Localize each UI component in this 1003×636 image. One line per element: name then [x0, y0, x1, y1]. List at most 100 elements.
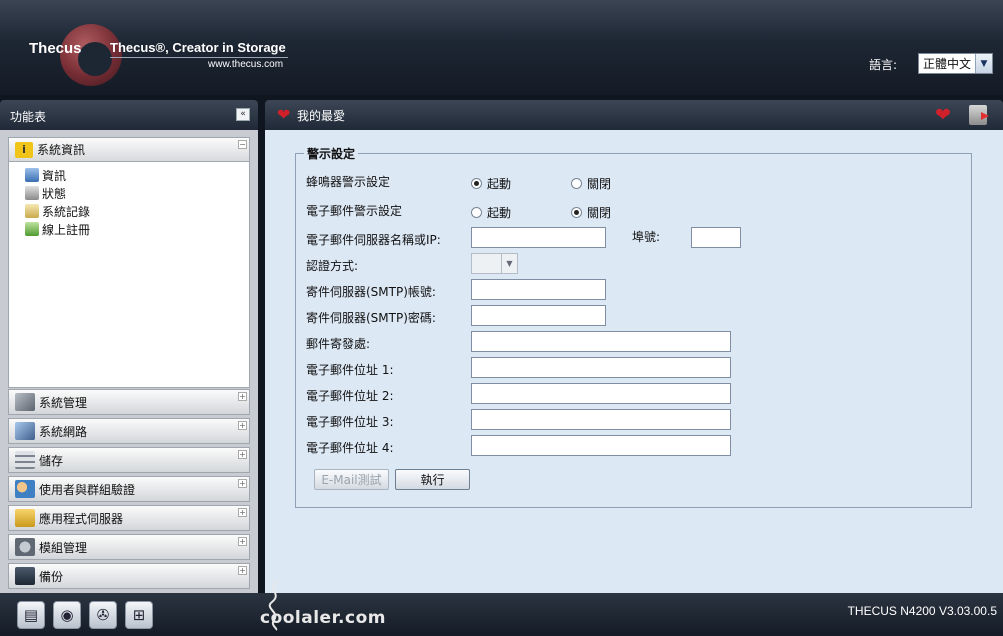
address1-input[interactable]	[471, 357, 731, 378]
network-icon	[15, 422, 35, 440]
thecus-logo: Thecus Thecus®, Creator in Storage www.t…	[20, 20, 300, 86]
address2-input[interactable]	[471, 383, 731, 404]
app-server-icon	[15, 509, 35, 527]
chevron-down-icon[interactable]: ▼	[975, 54, 992, 73]
radio-label: 起動	[487, 177, 512, 191]
server-label: 電子郵件伺服器名稱或IP:	[306, 233, 441, 247]
backup-icon	[15, 567, 35, 585]
expand-group-icon[interactable]: +	[238, 566, 247, 575]
register-icon	[25, 222, 39, 236]
language-value: 正體中文	[923, 57, 972, 71]
sidebar-item-label: 線上註冊	[42, 222, 91, 237]
email-alert-label: 電子郵件警示設定	[306, 204, 403, 218]
tools-icon	[15, 393, 35, 411]
remove-favorite-icon[interactable]: ❤	[935, 106, 955, 125]
sidebar-group-users[interactable]: 使用者與群組驗證 +	[8, 476, 250, 502]
expand-group-icon[interactable]: +	[238, 508, 247, 517]
sidebar-item-label: 系統記錄	[42, 204, 91, 219]
email-test-button[interactable]: E-Mail測試	[314, 469, 389, 490]
sidebar-group-system-management[interactable]: 系統管理 +	[8, 389, 250, 415]
address4-label: 電子郵件位址 4:	[306, 441, 394, 455]
address1-label: 電子郵件位址 1:	[306, 363, 394, 377]
sender-input[interactable]	[471, 331, 731, 352]
sidebar-group-modules[interactable]: 模組管理 +	[8, 534, 250, 560]
language-label: 語言:	[869, 58, 898, 72]
sidebar-item-log[interactable]: 系統記錄	[9, 202, 249, 220]
sidebar-group-backup[interactable]: 備份 +	[8, 563, 250, 589]
sidebar-group-app-server[interactable]: 應用程式伺服器 +	[8, 505, 250, 531]
main-header: ❤ 我的最愛 ❤	[265, 100, 1003, 130]
sidebar-group-system-info: i 系統資訊 − 資訊 狀態 系統記錄 線上註冊	[8, 137, 250, 388]
info-monitor-icon	[25, 168, 39, 182]
info-icon: i	[15, 141, 33, 158]
server-input[interactable]	[471, 227, 606, 248]
radio-dot[interactable]	[471, 207, 482, 218]
logout-icon[interactable]	[969, 105, 989, 125]
apply-button[interactable]: 執行	[395, 469, 470, 490]
sidebar-group-label: 儲存	[39, 453, 64, 468]
sidebar-item-label: 資訊	[42, 168, 67, 183]
radio-label: 關閉	[587, 206, 612, 220]
heart-icon: ❤	[277, 105, 291, 124]
port-label: 埠號:	[632, 230, 661, 244]
tagline: Thecus®, Creator in Storage	[110, 40, 286, 55]
collapse-group-icon[interactable]: −	[238, 140, 247, 149]
sidebar-group-label: 應用程式伺服器	[39, 511, 124, 526]
sidebar-group-network[interactable]: 系統網路 +	[8, 418, 250, 444]
chevron-down-icon[interactable]: ▼	[501, 254, 517, 273]
radio-label: 關閉	[587, 177, 612, 191]
sidebar-group-label: 備份	[39, 569, 64, 584]
radio-dot[interactable]	[471, 178, 482, 189]
users-icon	[15, 480, 35, 498]
buzzer-label: 蜂鳴器警示設定	[306, 175, 391, 189]
status-icon	[25, 186, 39, 200]
auth-select[interactable]: ▼	[471, 253, 518, 274]
radio-dot[interactable]	[571, 207, 582, 218]
sidebar-group-label: 模組管理	[39, 540, 88, 555]
sidebar-group-storage[interactable]: 儲存 +	[8, 447, 250, 473]
collapse-sidebar-icon[interactable]: «	[236, 108, 250, 121]
sender-label: 郵件寄發處:	[306, 337, 371, 351]
sidebar-item-register[interactable]: 線上註冊	[9, 220, 249, 238]
email-enable-radio[interactable]: 起動	[471, 204, 511, 221]
smtp-password-input[interactable]	[471, 305, 606, 326]
smtp-password-label: 寄件伺服器(SMTP)密碼:	[306, 311, 436, 325]
server-icon[interactable]: ▤	[17, 601, 45, 629]
fan-icon[interactable]: ✇	[89, 601, 117, 629]
sidebar-group-label: 系統網路	[39, 424, 88, 439]
smtp-account-input[interactable]	[471, 279, 606, 300]
sidebar-item-status[interactable]: 狀態	[9, 184, 249, 202]
buzzer-disable-radio[interactable]: 關閉	[571, 175, 611, 192]
expand-group-icon[interactable]: +	[238, 479, 247, 488]
expand-group-icon[interactable]: +	[238, 537, 247, 546]
app-window: Thecus Thecus®, Creator in Storage www.t…	[0, 0, 1003, 636]
network-tree-icon[interactable]: ⊞	[125, 601, 153, 629]
sidebar-item-info[interactable]: 資訊	[9, 166, 249, 184]
site-url: www.thecus.com	[208, 59, 284, 70]
sidebar-title: 功能表	[10, 110, 47, 124]
buzzer-enable-radio[interactable]: 起動	[471, 175, 511, 192]
port-input[interactable]	[691, 227, 741, 248]
sidebar-group-label: 系統管理	[39, 395, 88, 410]
radio-label: 起動	[487, 206, 512, 220]
fieldset-title: 警示設定	[307, 147, 356, 161]
expand-group-icon[interactable]: +	[238, 421, 247, 430]
sidebar-header: 功能表 «	[0, 100, 258, 130]
address3-label: 電子郵件位址 3:	[306, 415, 394, 429]
header: Thecus Thecus®, Creator in Storage www.t…	[0, 0, 1003, 95]
address4-input[interactable]	[471, 435, 731, 456]
email-disable-radio[interactable]: 關閉	[571, 204, 611, 221]
disk-icon[interactable]: ◉	[53, 601, 81, 629]
expand-group-icon[interactable]: +	[238, 450, 247, 459]
sidebar-item-label: 狀態	[42, 186, 67, 201]
auth-label: 認證方式:	[306, 259, 359, 273]
expand-group-icon[interactable]: +	[238, 392, 247, 401]
brand-name: Thecus	[29, 40, 82, 57]
module-icon	[15, 538, 35, 556]
sidebar-group-header-system-info[interactable]: i 系統資訊 −	[9, 138, 249, 162]
radio-dot[interactable]	[571, 178, 582, 189]
sidebar-group-label: 使用者與群組驗證	[39, 482, 136, 497]
watermark: coolaler.com	[260, 608, 386, 628]
language-select[interactable]: 正體中文 ▼	[918, 53, 993, 74]
address3-input[interactable]	[471, 409, 731, 430]
